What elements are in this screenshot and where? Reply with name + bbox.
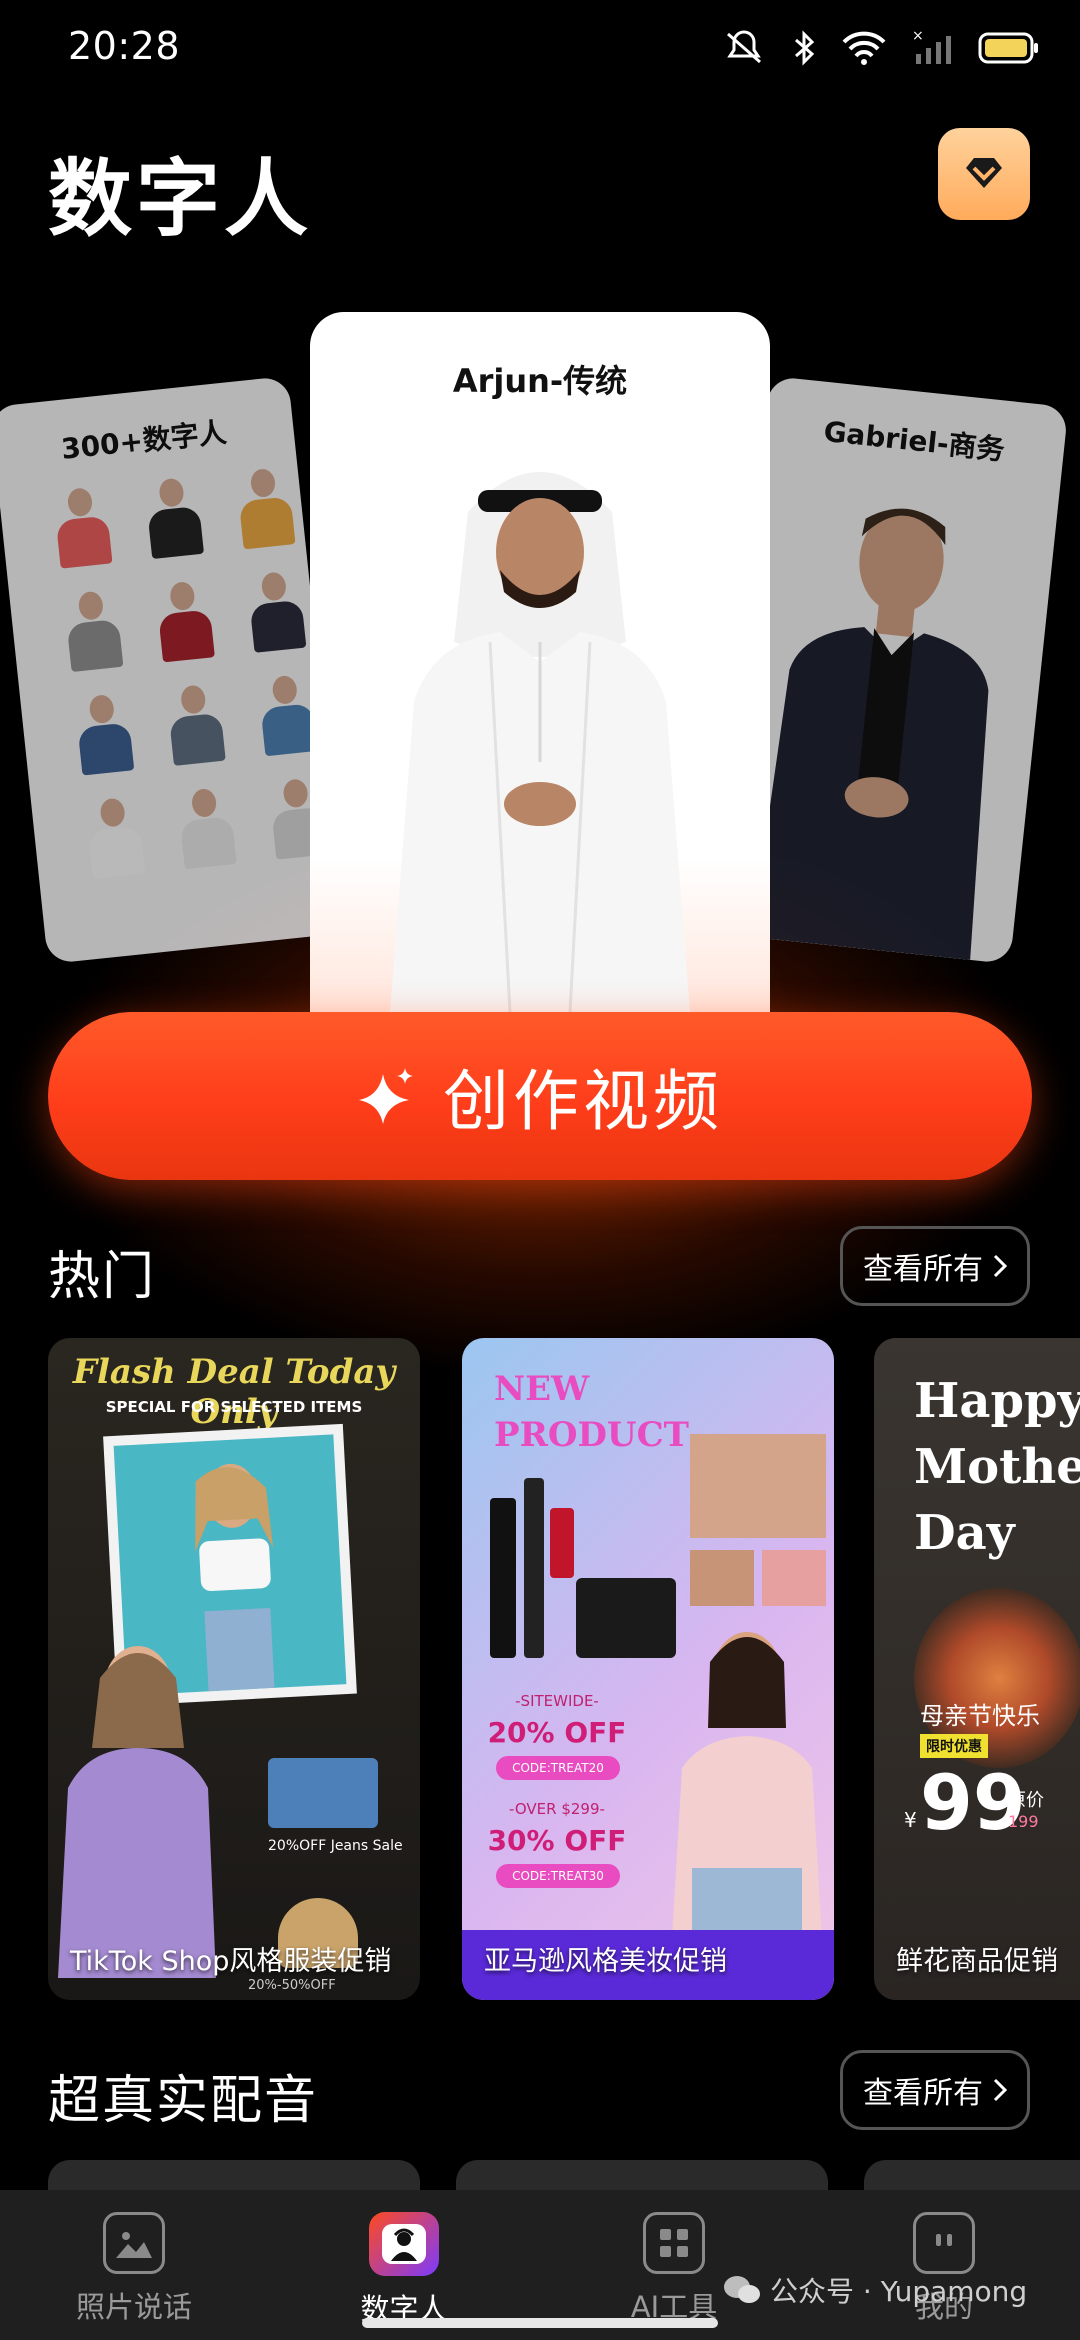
- avatar-thumb: [162, 775, 251, 875]
- watermark-text: 公众号 · Yupamong: [770, 2275, 1028, 2308]
- see-all-label: 查看所有: [863, 1252, 983, 1287]
- template-heading: NEW PRODUCT: [494, 1369, 689, 1455]
- template-heading: Flash Deal Today Only: [72, 1352, 396, 1432]
- page-title: 数字人: [48, 150, 313, 248]
- template-badge: 20%OFF Jeans Sale: [268, 1838, 403, 1854]
- create-video-button[interactable]: 创作视频: [48, 1012, 1032, 1180]
- nav-photo-talk[interactable]: 照片说话: [34, 2212, 234, 2326]
- template-currency: ¥: [904, 1808, 917, 1832]
- template-card-beauty[interactable]: NEW PRODUCT -SITEWIDE- 20% OFF CODE:TREA…: [462, 1338, 834, 2000]
- see-all-label: 查看所有: [863, 2076, 983, 2111]
- deal-label: -SITEWIDE-: [515, 1692, 599, 1710]
- template-caption: TikTok Shop风格服装促销: [70, 1946, 392, 1977]
- wechat-icon: [724, 2276, 760, 2303]
- nav-digital-human[interactable]: 数字人: [304, 2212, 504, 2328]
- template-card-clothing[interactable]: Flash Deal Today Only SPECIAL FOR SELECT…: [48, 1338, 420, 2000]
- avatar-thumb: [232, 558, 321, 658]
- hot-see-all-button[interactable]: 查看所有: [840, 1226, 1030, 1306]
- grid-icon: [643, 2212, 705, 2274]
- template-badge-2: 20%-50%OFF: [248, 1978, 336, 1993]
- face-photo: [690, 1434, 826, 1538]
- avatar-thumb: [59, 681, 148, 781]
- presenter-figure: [58, 1646, 216, 1978]
- image-icon: [103, 2212, 165, 2274]
- avatar-card-arjun[interactable]: Arjun-传统: [310, 312, 770, 1012]
- signal-icon: ×: [912, 28, 951, 64]
- card-label: Arjun-传统: [452, 362, 628, 400]
- hot-section-title: 热门: [48, 1247, 157, 1307]
- status-icons: ×: [722, 24, 1040, 72]
- deal-value: 30% OFF: [487, 1824, 627, 1857]
- watermark: 公众号 · Yupamong: [722, 2270, 1027, 2310]
- avatar-grid: [38, 455, 339, 884]
- template-price-label: 原价: [1008, 1790, 1044, 1811]
- template-caption: 亚马逊风格美妆促销: [484, 1946, 727, 1977]
- avatar-thumb: [151, 671, 240, 771]
- chevron-right-icon: [993, 2078, 1007, 2102]
- status-bar: 20:28 ×: [0, 0, 1080, 96]
- mute-icon: [727, 30, 761, 64]
- cosmetics-image: [480, 1468, 680, 1668]
- template-cn-title: 母亲节快乐: [920, 1702, 1040, 1730]
- template-tag: 限时优惠: [920, 1734, 988, 1758]
- presenter-figure: [672, 1632, 822, 1938]
- jeans-image: [268, 1758, 378, 1828]
- vip-button[interactable]: [938, 128, 1030, 220]
- wifi-icon: [842, 31, 886, 65]
- home-indicator[interactable]: [362, 2318, 718, 2328]
- avatar-thumb: [140, 568, 229, 668]
- deal-code: CODE:TREAT20: [496, 1756, 620, 1780]
- template-heading: Happy Mother Day: [914, 1373, 1080, 1561]
- template-subheading: SPECIAL FOR SELECTED ITEMS: [105, 1398, 363, 1416]
- avatar-thumb: [49, 578, 138, 678]
- avatar-thumb: [38, 474, 127, 574]
- sparkle-icon: [359, 1068, 413, 1124]
- lips-photo: [762, 1550, 826, 1606]
- avatar-figure: [390, 472, 690, 1012]
- create-video-label: 创作视频: [443, 1063, 723, 1140]
- avatar-icon: [369, 2212, 439, 2276]
- svg-text:×: ×: [912, 28, 924, 44]
- status-time: 20:28: [68, 24, 181, 68]
- voice-section-title: 超真实配音: [48, 2071, 319, 2131]
- deal-value: 20% OFF: [487, 1716, 627, 1749]
- template-card-flowers[interactable]: Happy Mother Day 母亲节快乐 限时优惠 ¥ 99 原价 199 …: [874, 1338, 1080, 2000]
- bluetooth-icon: [795, 30, 815, 66]
- diamond-icon: [966, 158, 1002, 188]
- deal-label: -OVER $299-: [509, 1800, 605, 1818]
- template-caption: 鲜花商品促销: [896, 1946, 1058, 1977]
- avatar-thumb: [129, 465, 218, 565]
- avatar-thumb: [221, 455, 310, 555]
- voice-see-all-button[interactable]: 查看所有: [840, 2050, 1030, 2130]
- card-label: Gabriel-商务: [822, 414, 1007, 467]
- avatar-card-library[interactable]: 300+数字人: [0, 375, 347, 965]
- chevron-right-icon: [993, 1254, 1007, 1278]
- nav-label: 照片说话: [75, 2290, 192, 2324]
- battery-icon: [978, 32, 1038, 64]
- avatar-figure: [751, 508, 989, 960]
- face-icon: [913, 2212, 975, 2274]
- deal-code: CODE:TREAT30: [496, 1864, 620, 1888]
- template-old-price: 199: [1008, 1812, 1039, 1831]
- avatar-thumb: [70, 785, 159, 885]
- eye-photo: [690, 1550, 754, 1606]
